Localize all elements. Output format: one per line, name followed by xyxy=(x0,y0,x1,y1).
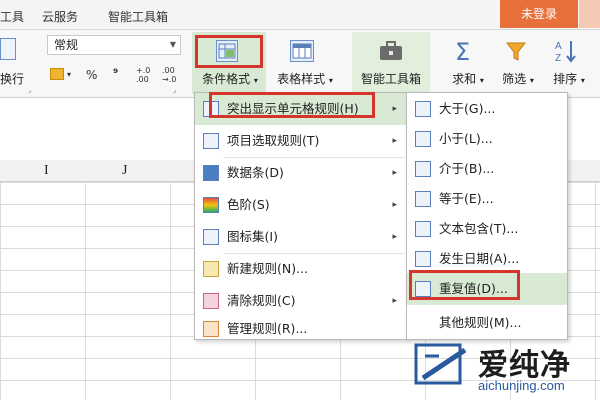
thousands-separator-button[interactable]: ⁹ xyxy=(113,66,118,80)
menu-item-icon-sets[interactable]: 图标集(I) ▸ xyxy=(195,221,407,253)
icon-sets-icon xyxy=(203,229,219,245)
menu-item-clear-rules[interactable]: 清除规则(C) ▸ xyxy=(195,285,407,317)
highlight-rules-submenu: 大于(G)... 小于(L)... 介于(B)... 等于(E)... 文本包含… xyxy=(406,92,568,340)
currency-dropdown-icon[interactable]: ▾ xyxy=(67,70,71,79)
less-than-icon xyxy=(415,131,431,147)
svg-text:Z: Z xyxy=(555,53,561,64)
watermark-url: aichunjing.com xyxy=(478,378,565,393)
watermark-logo xyxy=(413,342,473,388)
sum-button[interactable]: 求和 ▾ xyxy=(446,70,490,87)
top-ten-icon xyxy=(203,133,219,149)
toolbox-icon xyxy=(378,40,404,62)
text-contains-icon xyxy=(415,221,431,237)
submenu-arrow-icon: ▸ xyxy=(392,232,397,242)
filter-button[interactable]: 筛选 ▾ xyxy=(494,70,542,87)
highlight-box xyxy=(409,270,520,300)
tab-smart-toolbox[interactable]: 智能工具箱 xyxy=(108,8,168,25)
smart-toolbox-button[interactable]: 智能工具箱 xyxy=(352,70,430,87)
menu-item-less-than[interactable]: 小于(L)... xyxy=(407,123,567,155)
conditional-format-menu: 突出显示单元格规则(H) ▸ 项目选取规则(T) ▸ 数据条(D) ▸ 色阶(S) ▸ … xyxy=(194,92,408,340)
wrap-icon[interactable] xyxy=(0,38,16,60)
color-scale-icon xyxy=(203,197,219,213)
currency-icon[interactable] xyxy=(50,68,64,80)
column-header[interactable]: J xyxy=(122,163,127,179)
filter-icon xyxy=(505,40,529,64)
sum-icon: Σ xyxy=(455,38,471,66)
svg-text:A: A xyxy=(555,41,562,52)
manage-rules-icon xyxy=(203,321,219,337)
decrease-decimal-button[interactable]: .00 →.0 xyxy=(162,66,180,84)
menu-item-data-bars[interactable]: 数据条(D) ▸ xyxy=(195,157,407,189)
submenu-arrow-icon: ▸ xyxy=(392,200,397,210)
sort-icon: AZ xyxy=(554,38,578,64)
submenu-arrow-icon: ▸ xyxy=(392,136,397,146)
submenu-arrow-icon: ▸ xyxy=(392,296,397,306)
equal-to-icon xyxy=(415,191,431,207)
chevron-down-icon: ▼ xyxy=(169,40,176,49)
menu-item-more-rules[interactable]: 其他规则(M)... xyxy=(407,307,567,339)
submenu-arrow-icon: ▸ xyxy=(392,168,397,178)
menu-item-top-bottom-rules[interactable]: 项目选取规则(T) ▸ xyxy=(195,125,407,157)
data-bars-icon xyxy=(203,165,219,181)
table-style-icon xyxy=(290,40,314,62)
menu-item-between[interactable]: 介于(B)... xyxy=(407,153,567,185)
login-button[interactable]: 未登录 xyxy=(500,0,578,28)
eraser-icon xyxy=(203,293,219,309)
expand-icon[interactable]: ⌟ xyxy=(28,86,31,94)
calendar-icon xyxy=(415,251,431,267)
menu-item-new-rule[interactable]: 新建规则(N)... xyxy=(195,253,407,285)
new-rule-icon xyxy=(203,261,219,277)
highlight-box xyxy=(209,92,375,118)
tab-tools[interactable]: 工具 xyxy=(0,8,24,25)
menu-item-text-contains[interactable]: 文本包含(T)... xyxy=(407,213,567,245)
conditional-format-icon xyxy=(216,40,238,62)
greater-than-icon xyxy=(415,101,431,117)
percent-button[interactable]: % xyxy=(86,68,97,82)
account-flag[interactable] xyxy=(579,0,600,28)
tab-cloud-service[interactable]: 云服务 xyxy=(42,8,78,25)
menu-item-equal-to[interactable]: 等于(E)... xyxy=(407,183,567,215)
sort-button[interactable]: 排序 ▾ xyxy=(546,70,592,87)
column-header[interactable]: I xyxy=(44,163,49,179)
conditional-format-button[interactable]: 条件格式 ▾ xyxy=(194,70,266,87)
submenu-arrow-icon: ▸ xyxy=(392,104,397,114)
between-icon xyxy=(415,161,431,177)
number-format-select[interactable]: 常规 ▼ xyxy=(47,35,181,55)
menu-item-color-scales[interactable]: 色阶(S) ▸ xyxy=(195,189,407,221)
menu-item-manage-rules[interactable]: 管理规则(R)... xyxy=(195,317,407,341)
increase-decimal-button[interactable]: +.0 .00 xyxy=(136,66,152,84)
expand-icon[interactable]: ⌟ xyxy=(173,86,176,94)
menu-item-greater-than[interactable]: 大于(G)... xyxy=(407,93,567,125)
wrap-label[interactable]: 换行 xyxy=(0,70,24,87)
table-style-button[interactable]: 表格样式 ▾ xyxy=(270,70,340,87)
